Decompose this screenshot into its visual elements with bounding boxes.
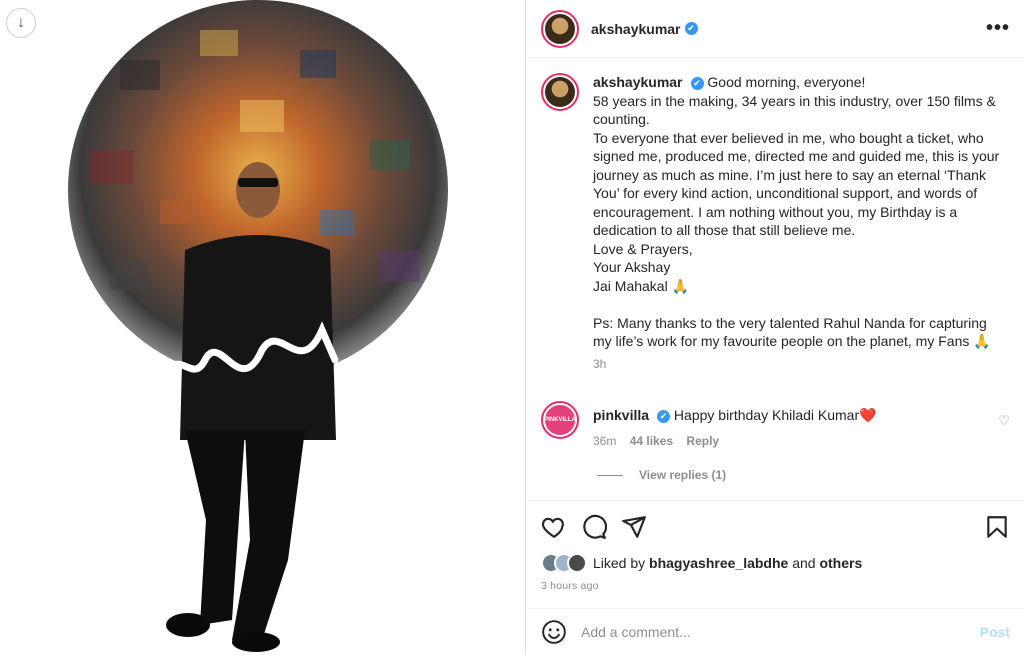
liker-avatar bbox=[567, 553, 587, 573]
post-detail-panel: akshaykumar ✔ ••• akshaykumar ✔ Good morn… bbox=[527, 0, 1024, 655]
comment-input[interactable] bbox=[581, 624, 980, 640]
comment-like-heart-icon[interactable]: ♡ bbox=[998, 413, 1010, 429]
author-avatar[interactable] bbox=[541, 9, 579, 48]
caption-line: Good morning, everyone! bbox=[707, 74, 866, 90]
verified-icon: ✔ bbox=[690, 77, 704, 90]
liked-by-row[interactable]: Liked by bhagyashree_labdhe and others bbox=[541, 553, 1010, 573]
caption-avatar[interactable] bbox=[541, 73, 579, 111]
commenter-username[interactable]: pinkvilla bbox=[593, 407, 649, 423]
liked-and: and bbox=[792, 555, 816, 571]
caption-timestamp: 3h bbox=[593, 356, 607, 371]
reply-button[interactable]: Reply bbox=[686, 434, 719, 448]
comment-likes[interactable]: 44 likes bbox=[630, 434, 673, 448]
caption-line: Jai Mahakal 🙏 bbox=[593, 277, 690, 294]
caption-line: To everyone that ever believed in me, wh… bbox=[593, 129, 1004, 239]
caption-line: Ps: Many thanks to the very talented Rah… bbox=[593, 314, 991, 350]
verified-icon: ✔ bbox=[657, 410, 671, 423]
comment-icon[interactable] bbox=[581, 514, 607, 540]
caption-line: Your Akshay bbox=[593, 259, 671, 275]
comments-section[interactable]: akshaykumar ✔ Good morning, everyone! 58 … bbox=[527, 59, 1024, 499]
liked-by-user[interactable]: bhagyashree_labdhe bbox=[649, 555, 788, 571]
liked-by-others[interactable]: others bbox=[819, 555, 862, 571]
caption-line: Love & Prayers, bbox=[593, 240, 693, 257]
post-timestamp: 3 hours ago bbox=[541, 580, 599, 592]
comment-item: PINKVILLA pinkvilla ✔ Happy birthday Khil… bbox=[541, 401, 1010, 448]
caption-username[interactable]: akshaykumar bbox=[593, 74, 683, 90]
caption: akshaykumar ✔ Good morning, everyone! 58 … bbox=[541, 73, 1010, 373]
bookmark-icon[interactable] bbox=[984, 514, 1010, 540]
view-replies-button[interactable]: View replies (1) bbox=[597, 468, 1010, 482]
post-comment-button[interactable]: Post bbox=[980, 624, 1010, 640]
author-username[interactable]: akshaykumar bbox=[591, 21, 681, 37]
more-options-icon[interactable]: ••• bbox=[986, 17, 1010, 40]
post-actions: Liked by bhagyashree_labdhe and others 3… bbox=[527, 500, 1024, 592]
post-image[interactable]: ↓ bbox=[0, 0, 526, 655]
liked-by-label: Liked by bbox=[593, 555, 646, 571]
verified-icon: ✔ bbox=[684, 22, 698, 35]
add-comment-bar: Post bbox=[527, 608, 1024, 655]
emoji-icon[interactable] bbox=[541, 619, 567, 645]
heart-icon[interactable] bbox=[541, 514, 567, 540]
commenter-avatar[interactable]: PINKVILLA bbox=[541, 401, 579, 439]
comment-time: 36m bbox=[593, 434, 617, 448]
post-header: akshaykumar ✔ ••• bbox=[527, 0, 1024, 58]
share-icon[interactable] bbox=[621, 514, 647, 540]
poster-illustration bbox=[68, 0, 448, 652]
comment-text: Happy birthday Khiladi Kumar❤️ bbox=[673, 407, 877, 423]
caption-line: 58 years in the making, 34 years in this… bbox=[593, 92, 1000, 128]
download-icon[interactable]: ↓ bbox=[6, 8, 36, 38]
